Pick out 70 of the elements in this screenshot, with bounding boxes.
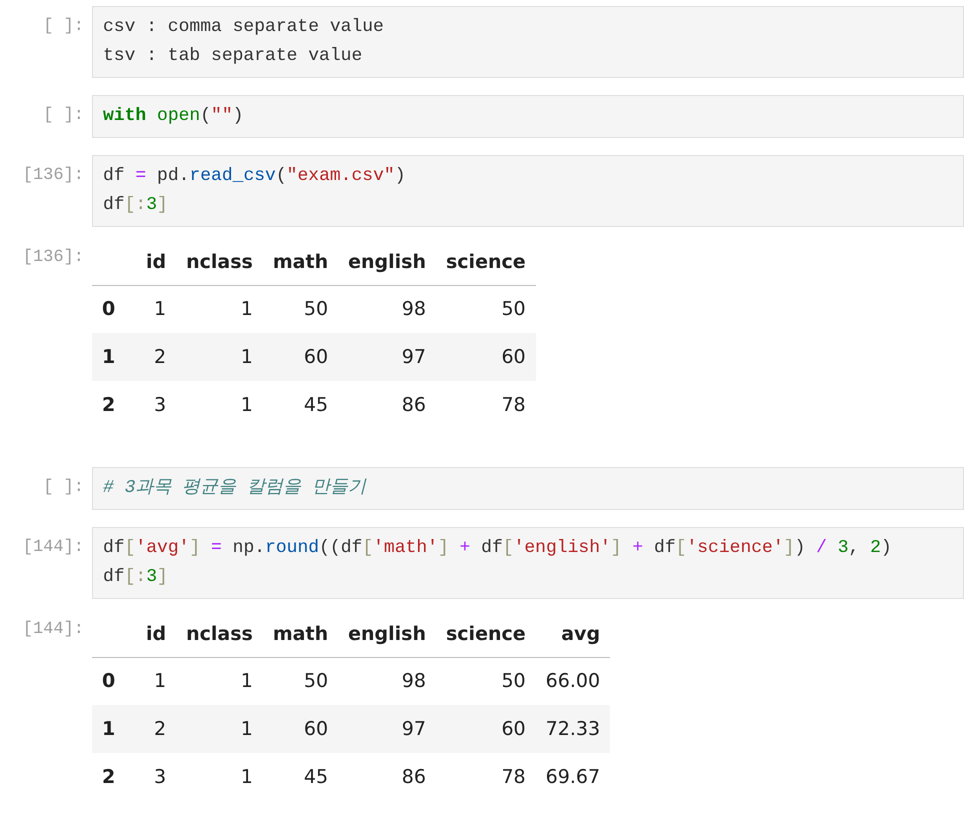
column-header: english: [338, 611, 436, 657]
table-cell: 98: [338, 285, 436, 333]
table-cell: 1: [176, 657, 263, 705]
code-line: df = pd.read_csv("exam.csv"): [103, 165, 407, 188]
table-cell: 2: [136, 333, 176, 381]
table-cell: 50: [262, 285, 338, 333]
cell-prompt: [ ]:: [43, 105, 84, 127]
row-index: 2: [92, 381, 136, 429]
column-header: id: [136, 611, 176, 657]
table-cell: 60: [262, 705, 338, 753]
code-line: with open(""): [103, 105, 244, 128]
code-line: df[:3]: [103, 566, 169, 589]
column-header: nclass: [176, 239, 263, 285]
column-header: nclass: [176, 611, 263, 657]
table-cell: 45: [262, 753, 338, 801]
row-index: 1: [92, 705, 136, 753]
table-cell: 3: [136, 381, 176, 429]
code-line: df['avg'] = np.round((df['math'] + df['english'] + df['science']) / 3, 2): [103, 537, 893, 560]
table-cell: 50: [436, 657, 536, 705]
table-cell: 86: [338, 381, 436, 429]
code-cell[interactable]: # 3과목 평균을 칼럼을 만들기: [92, 467, 964, 510]
table-cell: 86: [338, 753, 436, 801]
table-cell: 78: [436, 753, 536, 801]
table-cell: 50: [436, 285, 536, 333]
table-cell: 45: [262, 381, 338, 429]
code-line: tsv : tab separate value: [103, 45, 364, 68]
table-cell: 1: [136, 285, 176, 333]
table-cell: 60: [262, 333, 338, 381]
table-cell: 3: [136, 753, 176, 801]
table-cell: 1: [176, 333, 263, 381]
row-index: 0: [92, 285, 136, 333]
table-cell: 1: [176, 381, 263, 429]
column-header: math: [262, 239, 338, 285]
row-index: 2: [92, 753, 136, 801]
row-index: 1: [92, 333, 136, 381]
code-cell[interactable]: csv : comma separate value tsv : tab separate value: [92, 6, 964, 78]
column-header: english: [338, 239, 436, 285]
table-cell: 1: [176, 285, 263, 333]
table-cell: 1: [176, 705, 263, 753]
cell-prompt: [144]:: [22, 619, 84, 641]
column-header: science: [436, 239, 536, 285]
code-line: csv : comma separate value: [103, 16, 385, 39]
table-cell: 60: [436, 705, 536, 753]
table-cell: 1: [176, 753, 263, 801]
table-cell: 50: [262, 657, 338, 705]
column-header: avg: [536, 611, 610, 657]
table-cell: 60: [436, 333, 536, 381]
table-cell: 98: [338, 657, 436, 705]
cell-prompt: [144]:: [22, 537, 84, 559]
table-cell: 97: [338, 705, 436, 753]
cell-prompt: [136]:: [22, 247, 84, 269]
code-line: # 3과목 평균을 칼럼을 만들기: [103, 477, 368, 500]
cell-prompt: [ ]:: [43, 16, 84, 38]
table-cell: 72.33: [536, 705, 610, 753]
cell-prompt: [136]:: [22, 165, 84, 187]
table-cell: 78: [436, 381, 536, 429]
table-cell: 1: [136, 657, 176, 705]
table-cell: 69.67: [536, 753, 610, 801]
row-index: 0: [92, 657, 136, 705]
code-cell[interactable]: df['avg'] = np.round((df['math'] + df['english'] + df['science']) / 3, 2) df[:3]: [92, 527, 964, 599]
code-line: df[:3]: [103, 194, 169, 217]
code-cell[interactable]: with open(""): [92, 95, 964, 138]
column-header: math: [262, 611, 338, 657]
cell-prompt: [ ]:: [43, 477, 84, 499]
table-cell: 97: [338, 333, 436, 381]
table-cell: 2: [136, 705, 176, 753]
code-cell[interactable]: df = pd.read_csv("exam.csv") df[:3]: [92, 155, 964, 227]
column-header: id: [136, 239, 176, 285]
table-cell: 66.00: [536, 657, 610, 705]
column-header: science: [436, 611, 536, 657]
